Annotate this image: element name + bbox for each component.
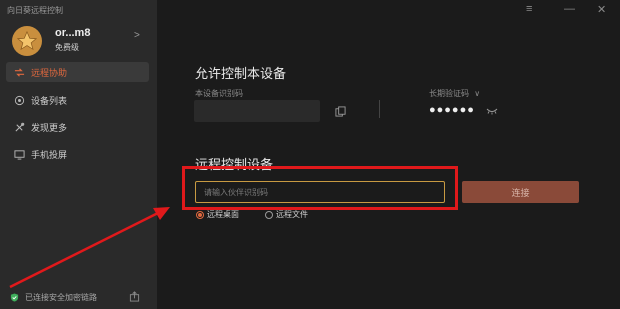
device-id-label: 本设备识别码	[195, 89, 243, 98]
sidebar-item-discover[interactable]: 发现更多	[6, 117, 149, 137]
user-level: 免费级	[55, 43, 79, 52]
radio-selected-icon	[196, 210, 204, 219]
allow-control-title: 允许控制本设备	[195, 66, 287, 81]
device-list-icon	[14, 95, 25, 106]
shield-check-icon	[10, 293, 19, 302]
device-id-value	[194, 100, 320, 122]
password-masked: ●●●●●●	[429, 104, 475, 116]
user-name[interactable]: or...m8	[55, 27, 90, 39]
password-label-text: 长期验证码	[429, 89, 469, 98]
password-label[interactable]: 长期验证码 ∨	[429, 88, 480, 99]
app-title: 向日葵远程控制	[7, 6, 63, 15]
security-status-text: 已连接安全加密链路	[25, 293, 97, 302]
discover-icon	[14, 122, 25, 133]
remote-assist-icon	[14, 67, 25, 78]
screen-cast-icon	[14, 149, 25, 160]
divider	[379, 100, 380, 118]
eye-closed-icon[interactable]	[486, 107, 498, 116]
highlight-box	[182, 166, 458, 210]
sunflower-star-icon	[16, 30, 38, 51]
radio-unselected-icon	[265, 210, 273, 219]
radio-label: 远程桌面	[207, 210, 239, 219]
connect-button[interactable]: 连接	[462, 181, 579, 203]
export-icon[interactable]	[129, 291, 140, 302]
chevron-right-icon[interactable]: >	[134, 30, 140, 41]
radio-remote-desktop[interactable]: 远程桌面	[196, 209, 239, 220]
sidebar-item-label: 发现更多	[31, 122, 68, 133]
radio-label: 远程文件	[276, 210, 308, 219]
security-status: 已连接安全加密链路	[10, 292, 97, 303]
sidebar-item-label: 设备列表	[31, 95, 68, 106]
sidebar-item-remote-assist[interactable]: 远程协助	[6, 62, 149, 82]
radio-remote-file[interactable]: 远程文件	[265, 209, 308, 220]
sidebar-item-device-list[interactable]: 设备列表	[6, 90, 149, 110]
copy-icon[interactable]	[335, 106, 346, 117]
sidebar-item-label: 远程协助	[31, 67, 68, 78]
sidebar: 向日葵远程控制 or...m8 免费级 > 远程协助 设备列表 发现更多 手机投…	[0, 0, 157, 309]
menu-icon[interactable]: ≡	[526, 3, 532, 15]
sidebar-item-label: 手机投屏	[31, 149, 68, 160]
avatar[interactable]	[12, 26, 42, 56]
chevron-down-icon: ∨	[474, 89, 481, 98]
minimize-icon[interactable]: —	[564, 3, 575, 15]
sidebar-item-screen-cast[interactable]: 手机投屏	[6, 144, 149, 164]
close-icon[interactable]: ✕	[597, 3, 606, 16]
